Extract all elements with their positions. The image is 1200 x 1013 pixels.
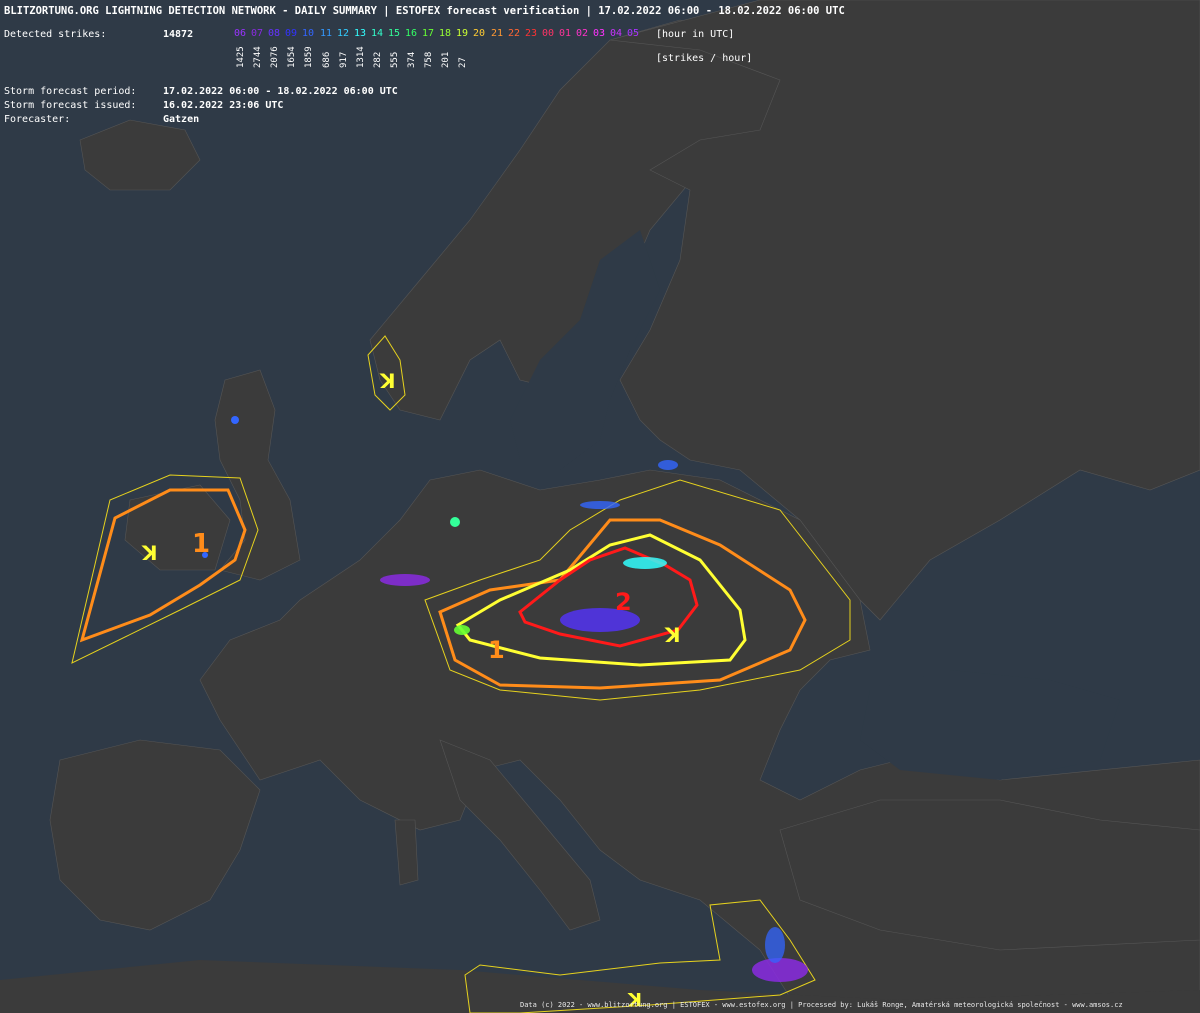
count-unit-label: [strikes / hour] [656, 53, 753, 64]
count-06: 1425 [236, 46, 246, 68]
hour-23: 23 [525, 28, 538, 39]
hour-06: 06 [234, 28, 247, 39]
count-07: 2744 [253, 46, 263, 68]
strikes-baltic [658, 460, 678, 470]
forecast-period-value: 17.02.2022 06:00 - 18.02.2022 06:00 UTC [163, 86, 398, 97]
detected-strikes-label: Detected strikes: [4, 29, 107, 40]
strikes-crete-north [765, 927, 785, 963]
hour-12: 12 [337, 28, 350, 39]
hour-00: 00 [542, 28, 555, 39]
strikes-poland [580, 501, 620, 509]
hour-10: 10 [302, 28, 315, 39]
forecast-issued-value: 16.02.2022 23:06 UTC [163, 100, 284, 111]
forecast-period-label: Storm forecast period: [4, 86, 137, 97]
europe-map: 1 ꓘ ꓘ 2 1 ꓘ ꓘ [0, 0, 1200, 1013]
hour-14: 14 [371, 28, 384, 39]
hour-05: 05 [627, 28, 640, 39]
detected-strikes-total: 14872 [163, 29, 194, 40]
count-16: 374 [407, 51, 417, 68]
hour-08: 08 [268, 28, 281, 39]
count-15: 555 [390, 51, 400, 68]
count-18: 201 [441, 51, 451, 68]
hour-02: 02 [576, 28, 589, 39]
map-title: BLITZORTUNG.ORG LIGHTNING DETECTION NETW… [4, 5, 845, 17]
hour-21: 21 [491, 28, 504, 39]
strikes-scotland [231, 416, 239, 424]
strikes-alps [454, 625, 470, 635]
count-08: 2076 [270, 46, 280, 68]
hour-13: 13 [354, 28, 367, 39]
hour-22: 22 [508, 28, 521, 39]
hour-15: 15 [388, 28, 401, 39]
forecaster-label: Forecaster: [4, 114, 71, 125]
forecaster-value: Gatzen [163, 114, 200, 125]
count-17: 758 [424, 51, 434, 68]
hour-17: 17 [422, 28, 435, 39]
strikes-crete [752, 958, 808, 982]
hour-03: 03 [593, 28, 606, 39]
count-14: 282 [373, 51, 383, 68]
hour-11: 11 [320, 28, 333, 39]
count-12: 917 [339, 51, 349, 68]
hour-unit-label: [hour in UTC] [656, 29, 735, 40]
strikes-germany [380, 574, 430, 586]
hour-16: 16 [405, 28, 418, 39]
hour-07: 07 [251, 28, 264, 39]
level1-label-ireland: 1 [192, 529, 210, 559]
hour-20: 20 [473, 28, 486, 39]
credits-footer: Data (c) 2022 - www.blitzortung.org | ES… [520, 1001, 1123, 1009]
count-10: 1859 [304, 46, 314, 68]
count-09: 1654 [287, 46, 297, 68]
lightning-label-hungary: ꓘ [664, 623, 681, 647]
count-13: 1314 [356, 46, 366, 68]
hour-01: 01 [559, 28, 572, 39]
level2-label-hungary: 2 [615, 588, 632, 616]
hour-18: 18 [439, 28, 452, 39]
count-11: 686 [322, 51, 332, 68]
level1-label-alps: 1 [488, 636, 505, 664]
lightning-label-norway: ꓘ [379, 369, 396, 393]
hour-09: 09 [285, 28, 298, 39]
hour-04: 04 [610, 28, 623, 39]
forecast-issued-label: Storm forecast issued: [4, 100, 137, 111]
lightning-label-ireland: ꓘ [141, 541, 158, 565]
strikes-slovakia [623, 557, 667, 569]
hour-19: 19 [456, 28, 469, 39]
count-19: 27 [458, 57, 468, 68]
strikes-north-sea [450, 517, 460, 527]
